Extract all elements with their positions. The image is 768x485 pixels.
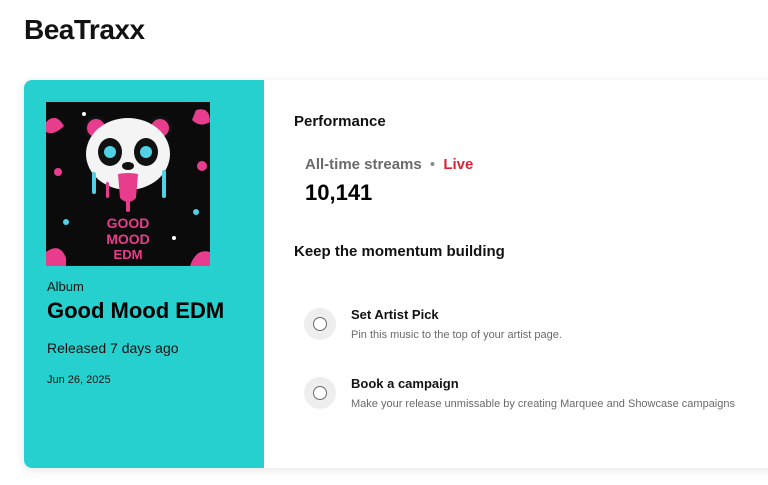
album-cover[interactable]: GOOD MOOD EDM: [46, 102, 210, 266]
streams-count: 10,141: [305, 180, 373, 205]
cover-text-line: EDM: [114, 247, 143, 262]
radio-button[interactable]: [304, 308, 336, 340]
separator-dot: •: [429, 156, 436, 173]
release-type: Album: [47, 279, 84, 294]
release-info-panel: GOOD MOOD EDM Album Good Mood EDM Releas…: [24, 80, 264, 468]
release-title[interactable]: Good Mood EDM: [47, 298, 224, 324]
momentum-heading: Keep the momentum building: [294, 243, 505, 260]
streams-label: All-time streams: [305, 156, 422, 173]
action-title: Book a campaign: [351, 376, 459, 391]
set-artist-pick-option[interactable]: Set Artist Pick Pin this music to the to…: [304, 304, 768, 344]
radio-button[interactable]: [304, 377, 336, 409]
streams-row: All-time streams • Live: [305, 156, 473, 173]
release-age: Released 7 days ago: [47, 340, 179, 356]
action-description: Make your release unmissable by creating…: [351, 398, 735, 410]
radio-circle-icon: [313, 317, 327, 331]
release-date: Jun 26, 2025: [47, 374, 111, 386]
action-description: Pin this music to the top of your artist…: [351, 329, 562, 341]
radio-circle-icon: [313, 386, 327, 400]
cover-text-line: GOOD: [107, 215, 150, 231]
book-campaign-option[interactable]: Book a campaign Make your release unmiss…: [304, 373, 768, 413]
action-title: Set Artist Pick: [351, 307, 439, 322]
app-title: BeaTraxx: [24, 14, 145, 45]
release-card: GOOD MOOD EDM Album Good Mood EDM Releas…: [24, 80, 768, 468]
live-label: Live: [443, 156, 474, 173]
cover-text-line: MOOD: [106, 231, 150, 247]
performance-heading: Performance: [294, 113, 386, 130]
